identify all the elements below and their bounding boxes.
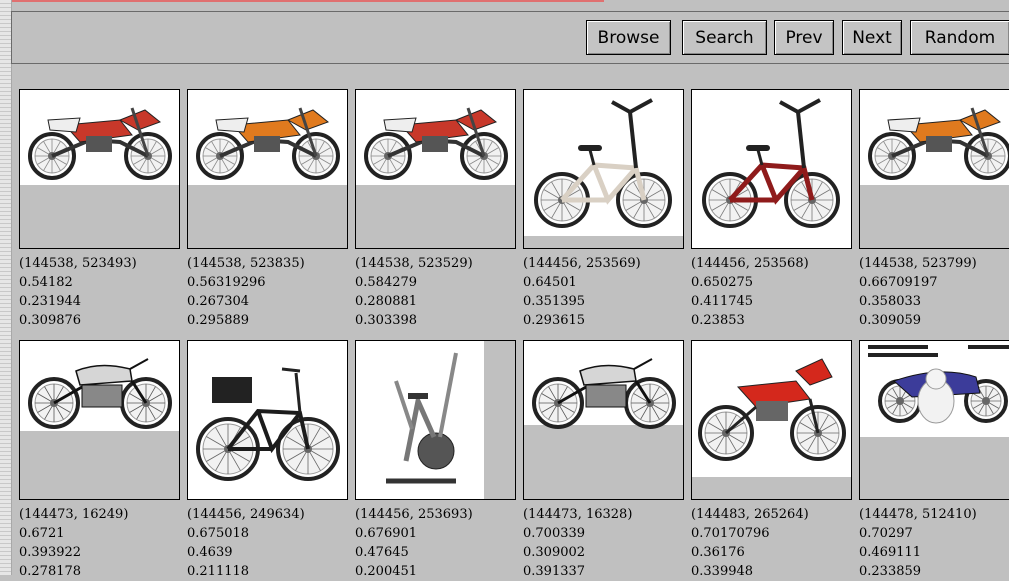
result-value-a: 0.469111 — [859, 545, 922, 560]
result-thumbnail[interactable] — [355, 89, 516, 249]
result-score: 0.676901 — [355, 526, 418, 541]
result-thumbnail[interactable] — [187, 340, 348, 500]
result-thumbnail[interactable] — [691, 340, 852, 500]
result-value-b: 0.303398 — [355, 313, 418, 328]
result-score: 0.70297 — [859, 526, 913, 541]
result-card: (144456, 253693) 0.676901 0.47645 0.200451 — [355, 340, 516, 581]
next-button[interactable]: Next — [842, 20, 902, 55]
result-meta: (144473, 16328) 0.700339 0.309002 0.391337 — [523, 505, 684, 581]
result-id: (144538, 523835) — [187, 256, 305, 271]
random-button[interactable]: Random — [910, 20, 1009, 55]
result-value-b: 0.293615 — [523, 313, 586, 328]
result-value-b: 0.200451 — [355, 564, 418, 579]
result-card: (144538, 523799) 0.66709197 0.358033 0.3090… — [859, 89, 1009, 330]
result-value-a: 0.280881 — [355, 294, 418, 309]
result-meta: (144483, 265264) 0.70170796 0.36176 0.33994… — [691, 505, 852, 581]
result-value-b: 0.295889 — [187, 313, 250, 328]
result-score: 0.675018 — [187, 526, 250, 541]
result-card: (144538, 523835) 0.56319296 0.267304 0.2958… — [187, 89, 348, 330]
result-score: 0.66709197 — [859, 275, 938, 290]
result-card: (144456, 253568) 0.650275 0.411745 0.23853 — [691, 89, 852, 330]
result-score: 0.6721 — [19, 526, 65, 541]
result-card: (144456, 253569) 0.64501 0.351395 0.293615 — [523, 89, 684, 330]
result-meta: (144478, 512410) 0.70297 0.469111 0.233859 — [859, 505, 1009, 581]
result-id: (144478, 512410) — [859, 507, 977, 522]
result-score: 0.54182 — [19, 275, 73, 290]
browse-button[interactable]: Browse — [586, 20, 671, 55]
toolbar: Browse Search Prev Next Random — [11, 11, 1009, 64]
result-meta: (144456, 253693) 0.676901 0.47645 0.200451 — [355, 505, 516, 581]
result-value-a: 0.351395 — [523, 294, 586, 309]
result-value-b: 0.23853 — [691, 313, 745, 328]
result-value-a: 0.267304 — [187, 294, 250, 309]
result-value-b: 0.391337 — [523, 564, 586, 579]
result-thumbnail[interactable] — [691, 89, 852, 249]
result-meta: (144456, 249634) 0.675018 0.4639 0.211118 — [187, 505, 348, 581]
result-card: (144483, 265264) 0.70170796 0.36176 0.33994… — [691, 340, 852, 581]
result-card: (144473, 16328) 0.700339 0.309002 0.391337 — [523, 340, 684, 581]
result-card: (144473, 16249) 0.6721 0.393922 0.278178 — [19, 340, 180, 581]
result-thumbnail[interactable] — [187, 89, 348, 249]
result-score: 0.700339 — [523, 526, 586, 541]
result-id: (144473, 16249) — [19, 507, 129, 522]
result-value-a: 0.358033 — [859, 294, 922, 309]
result-meta: (144473, 16249) 0.6721 0.393922 0.278178 — [19, 505, 180, 581]
result-id: (144456, 253569) — [523, 256, 641, 271]
result-value-a: 0.47645 — [355, 545, 409, 560]
result-value-b: 0.309876 — [19, 313, 82, 328]
result-card: (144456, 249634) 0.675018 0.4639 0.211118 — [187, 340, 348, 581]
result-thumbnail[interactable] — [859, 89, 1009, 249]
result-id: (144456, 253568) — [691, 256, 809, 271]
prev-button[interactable]: Prev — [774, 20, 834, 55]
result-id: (144538, 523799) — [859, 256, 977, 271]
result-value-a: 0.309002 — [523, 545, 586, 560]
result-card: (144538, 523493) 0.54182 0.231944 0.309876 — [19, 89, 180, 330]
left-scroll-strip[interactable] — [0, 0, 12, 575]
result-value-a: 0.231944 — [19, 294, 82, 309]
result-value-b: 0.339948 — [691, 564, 754, 579]
result-thumbnail[interactable] — [859, 340, 1009, 500]
result-thumbnail[interactable] — [355, 340, 516, 500]
result-value-b: 0.211118 — [187, 564, 250, 579]
result-id: (144538, 523529) — [355, 256, 473, 271]
result-card: (144478, 512410) 0.70297 0.469111 0.233859 — [859, 340, 1009, 581]
result-value-a: 0.393922 — [19, 545, 82, 560]
result-score: 0.70170796 — [691, 526, 770, 541]
result-thumbnail[interactable] — [523, 340, 684, 500]
result-id: (144456, 253693) — [355, 507, 473, 522]
result-meta: (144538, 523493) 0.54182 0.231944 0.309876 — [19, 254, 180, 330]
result-id: (144483, 265264) — [691, 507, 809, 522]
result-value-a: 0.4639 — [187, 545, 233, 560]
result-score: 0.650275 — [691, 275, 754, 290]
result-thumbnail[interactable] — [19, 340, 180, 500]
result-meta: (144456, 253569) 0.64501 0.351395 0.293615 — [523, 254, 684, 330]
result-meta: (144538, 523835) 0.56319296 0.267304 0.2958… — [187, 254, 348, 330]
result-id: (144538, 523493) — [19, 256, 137, 271]
result-thumbnail[interactable] — [523, 89, 684, 249]
result-meta: (144456, 253568) 0.650275 0.411745 0.23853 — [691, 254, 852, 330]
search-button[interactable]: Search — [682, 20, 767, 55]
result-score: 0.584279 — [355, 275, 418, 290]
result-value-b: 0.233859 — [859, 564, 922, 579]
top-accent-line — [0, 0, 604, 2]
result-id: (144456, 249634) — [187, 507, 305, 522]
result-value-a: 0.36176 — [691, 545, 745, 560]
result-meta: (144538, 523529) 0.584279 0.280881 0.303398 — [355, 254, 516, 330]
result-id: (144473, 16328) — [523, 507, 633, 522]
result-score: 0.56319296 — [187, 275, 266, 290]
result-thumbnail[interactable] — [19, 89, 180, 249]
result-score: 0.64501 — [523, 275, 577, 290]
result-card: (144538, 523529) 0.584279 0.280881 0.303398 — [355, 89, 516, 330]
result-value-b: 0.278178 — [19, 564, 82, 579]
result-meta: (144538, 523799) 0.66709197 0.358033 0.3090… — [859, 254, 1009, 330]
result-value-b: 0.309059 — [859, 313, 922, 328]
result-value-a: 0.411745 — [691, 294, 754, 309]
